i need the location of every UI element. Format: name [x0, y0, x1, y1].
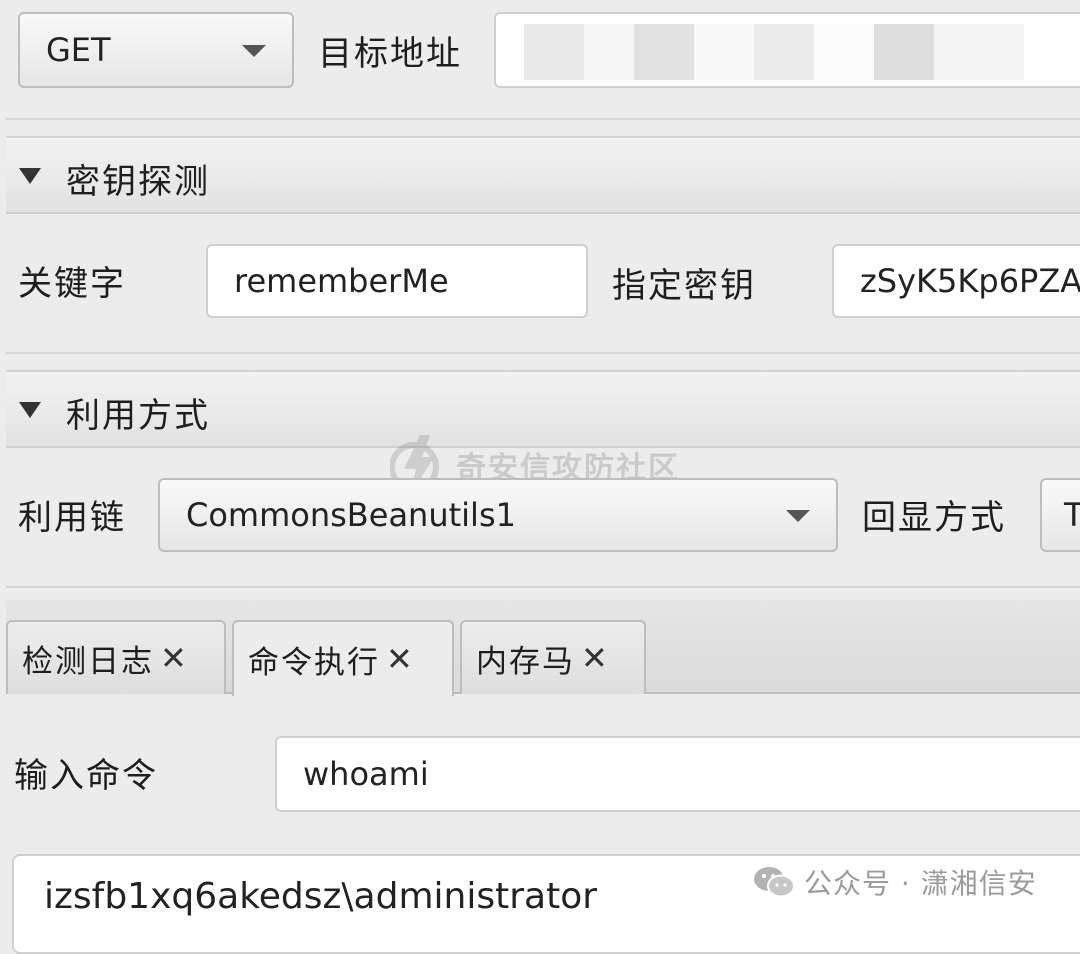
key-section-header[interactable]: 密钥探测 [6, 136, 1080, 214]
footer-watermark: 公众号 · 潇湘信安 [752, 862, 1037, 902]
key-input[interactable]: zSyK5Kp6PZA [832, 244, 1080, 318]
collapse-triangle-icon [19, 168, 41, 184]
chain-select[interactable]: CommonsBeanutils1 [158, 478, 838, 552]
tab-memory-shell[interactable]: 内存马 ✕ [460, 620, 646, 694]
collapse-triangle-icon [19, 402, 41, 418]
key-value: zSyK5Kp6PZA [860, 262, 1080, 300]
target-url-input[interactable] [494, 12, 1080, 88]
tab-label: 命令执行 [248, 644, 380, 681]
echo-select[interactable]: T [1040, 478, 1080, 552]
close-icon[interactable]: ✕ [581, 639, 610, 677]
echo-label: 回显方式 [862, 498, 1006, 538]
tab-label: 内存马 [476, 643, 575, 680]
command-value: whoami [303, 755, 429, 793]
close-icon[interactable]: ✕ [386, 640, 415, 678]
tab-label: 检测日志 [22, 643, 154, 680]
chain-label: 利用链 [18, 498, 126, 538]
echo-value: T [1064, 496, 1080, 534]
tab-detection-log[interactable]: 检测日志 ✕ [6, 620, 226, 694]
key-section-title: 密钥探测 [66, 162, 210, 202]
footer-watermark-text: 公众号 · 潇湘信安 [804, 867, 1037, 900]
command-input[interactable]: whoami [275, 736, 1080, 812]
keyword-input[interactable]: rememberMe [206, 244, 588, 318]
redacted-url-mask [524, 24, 1024, 80]
method-value: GET [46, 31, 111, 69]
chevron-down-icon [242, 45, 266, 57]
keyword-label: 关键字 [18, 264, 126, 304]
command-output-text: izsfb1xq6akedsz\administrator [44, 876, 598, 917]
tab-command-exec[interactable]: 命令执行 ✕ [232, 620, 454, 696]
key-label: 指定密钥 [612, 266, 756, 306]
close-icon[interactable]: ✕ [160, 639, 189, 677]
command-label: 输入命令 [14, 756, 158, 796]
target-label: 目标地址 [318, 34, 462, 74]
chain-value: CommonsBeanutils1 [186, 496, 516, 534]
keyword-value: rememberMe [234, 262, 449, 300]
chevron-down-icon [786, 510, 810, 522]
method-select[interactable]: GET [18, 12, 294, 88]
exploit-section-title: 利用方式 [66, 396, 210, 436]
wechat-icon [754, 867, 795, 898]
